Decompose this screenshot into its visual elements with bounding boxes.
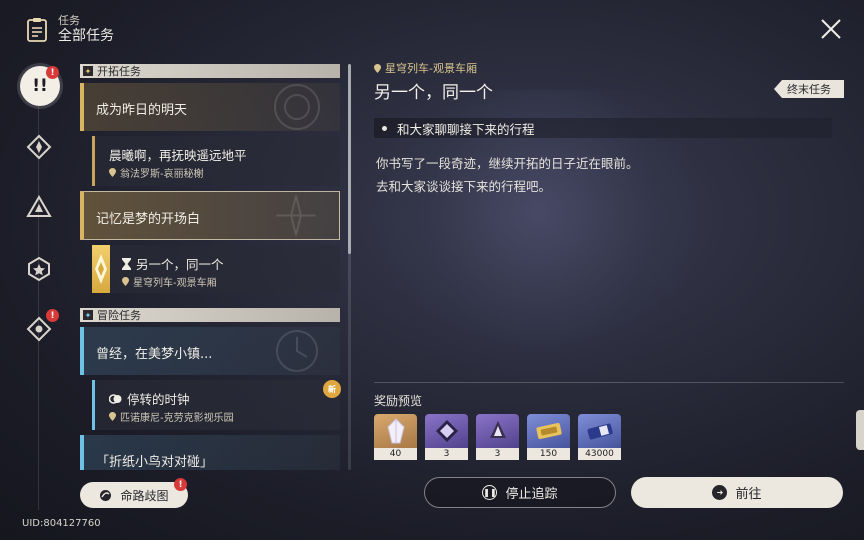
category-label: 开拓任务 bbox=[97, 65, 141, 78]
quest-log-icon bbox=[27, 17, 47, 42]
location-pin-icon bbox=[109, 168, 116, 177]
location-text: 匹诺康尼-克劳克影视乐园 bbox=[120, 413, 234, 424]
category-header-adventure: ✦ 冒险任务 bbox=[80, 308, 340, 322]
side-pull-tab[interactable] bbox=[856, 410, 864, 450]
category-label: 冒险任务 bbox=[97, 309, 141, 322]
sub-quest-item[interactable]: 停转的时钟 匹诺康尼-克劳克影视乐园 bbox=[92, 380, 340, 430]
trailblaze-icon bbox=[26, 134, 52, 160]
alert-badge: ! bbox=[174, 478, 187, 491]
location-text: 星穹列车-观景车厢 bbox=[133, 278, 217, 289]
reward-count: 3 bbox=[425, 448, 468, 460]
list-scroll-thumb[interactable] bbox=[348, 64, 351, 254]
sub-quest-item[interactable]: 晨曦啊，再抚映遥远地平 翁法罗斯-哀丽秘榭 bbox=[92, 136, 340, 186]
rail-trailblaze-button[interactable] bbox=[24, 132, 54, 162]
quest-title: 「折纸小鸟对对碰」 bbox=[96, 455, 214, 470]
pass-ticket-icon bbox=[578, 414, 621, 448]
header-subtitle: 任务 bbox=[58, 14, 80, 27]
credit-ticket-icon bbox=[527, 414, 570, 448]
decoration-emblem bbox=[276, 195, 316, 236]
reward-item[interactable]: 43000 bbox=[578, 414, 621, 460]
crystal-icon bbox=[374, 414, 417, 448]
go-button[interactable]: ➜ 前往 bbox=[631, 477, 843, 508]
rail-adventure-button[interactable] bbox=[24, 254, 54, 284]
close-icon[interactable] bbox=[820, 18, 842, 40]
rail-companion-button[interactable] bbox=[24, 192, 54, 222]
sub-quest-title-row: 停转的时钟 bbox=[109, 389, 190, 408]
detail-title: 另一个，同一个 bbox=[374, 83, 493, 103]
tracking-marker bbox=[92, 245, 110, 293]
reward-item[interactable]: 3 bbox=[425, 414, 468, 460]
adventure-category-icon: ✦ bbox=[83, 310, 93, 320]
stop-tracking-button[interactable]: ❚❚ 停止追踪 bbox=[424, 477, 616, 508]
quest-item-main[interactable]: 成为昨日的明天 bbox=[80, 83, 340, 131]
alert-badge: ! bbox=[46, 309, 59, 322]
quest-title: 曾经，在美梦小镇... bbox=[96, 347, 213, 362]
new-badge: 新 bbox=[323, 380, 341, 398]
location-pin-icon bbox=[374, 63, 381, 73]
quest-item-adventure[interactable]: 「折纸小鸟对对碰」 bbox=[80, 435, 340, 470]
light-cone-material-icon bbox=[476, 414, 519, 448]
location-text: 翁法罗斯-哀丽秘榭 bbox=[120, 169, 204, 180]
hourglass-icon bbox=[122, 257, 131, 270]
reward-item[interactable]: 150 bbox=[527, 414, 570, 460]
star-shield-icon bbox=[28, 256, 50, 282]
reward-item[interactable]: 40 bbox=[374, 414, 417, 460]
page-title: 全部任务 bbox=[58, 27, 114, 44]
branch-map-icon bbox=[100, 489, 112, 501]
quest-description: 你书写了一段奇迹，继续开拓的日子近在眼前。 去和大家谈谈接下来的行程吧。 bbox=[376, 152, 639, 198]
reward-count: 40 bbox=[374, 448, 417, 460]
category-header-trailblaze: ✦ 开拓任务 bbox=[80, 64, 340, 78]
quest-type-tag: 终末任务 bbox=[774, 80, 844, 98]
detail-location-text: 星穹列车-观景车厢 bbox=[385, 62, 477, 75]
companion-icon bbox=[26, 195, 52, 217]
tracking-diamond-icon bbox=[95, 254, 107, 284]
quest-item-main-selected[interactable]: 记忆是梦的开场白 bbox=[80, 191, 340, 240]
reward-count: 43000 bbox=[578, 448, 621, 460]
stop-tracking-label: 停止追踪 bbox=[505, 487, 558, 502]
location-pin-icon bbox=[122, 277, 129, 286]
page-header: 任务 全部任务 bbox=[26, 14, 114, 45]
pause-icon: ❚❚ bbox=[482, 485, 498, 500]
trailblaze-category-icon: ✦ bbox=[83, 66, 93, 76]
masks-icon bbox=[109, 393, 122, 404]
uid-label: UID:804127760 bbox=[22, 518, 101, 529]
branch-map-button[interactable]: 命路歧图 bbox=[80, 482, 188, 508]
divider bbox=[374, 382, 844, 383]
reward-list: 40 3 3 150 43000 bbox=[374, 414, 621, 460]
description-line: 去和大家谈谈接下来的行程吧。 bbox=[376, 179, 552, 194]
sub-quest-location: 匹诺康尼-克劳克影视乐园 bbox=[109, 409, 234, 424]
quest-title: 记忆是梦的开场白 bbox=[96, 212, 201, 227]
sub-quest-title: 晨曦啊，再抚映遥远地平 bbox=[109, 148, 247, 163]
alert-badge: ! bbox=[46, 66, 59, 79]
bullet-icon bbox=[382, 125, 387, 131]
quest-list[interactable]: ✦ 开拓任务 成为昨日的明天 晨曦啊，再抚映遥远地平 翁法罗斯-哀丽秘榭 记忆是… bbox=[80, 64, 342, 470]
sub-quest-title-row: 另一个，同一个 bbox=[122, 254, 224, 273]
sub-quest-location: 星穹列车-观景车厢 bbox=[122, 274, 217, 289]
sub-quest-item-tracking[interactable]: 另一个，同一个 星穹列车-观景车厢 bbox=[92, 245, 340, 293]
reward-preview-label: 奖励预览 bbox=[374, 394, 423, 408]
arrow-right-icon: ➜ bbox=[712, 485, 728, 500]
decoration-emblem bbox=[276, 330, 318, 372]
detail-location: 星穹列车-观景车厢 bbox=[374, 60, 477, 76]
reward-item[interactable]: 3 bbox=[476, 414, 519, 460]
quest-title: 成为昨日的明天 bbox=[96, 103, 188, 118]
decoration-emblem bbox=[274, 84, 320, 130]
quest-item-adventure[interactable]: 曾经，在美梦小镇... bbox=[80, 327, 340, 375]
objective-text: 和大家聊聊接下来的行程 bbox=[397, 121, 535, 137]
sub-quest-title: 另一个，同一个 bbox=[136, 257, 224, 272]
reward-count: 150 bbox=[527, 448, 570, 460]
location-pin-icon bbox=[109, 412, 116, 421]
go-label: 前往 bbox=[735, 487, 762, 502]
branch-map-label: 命路歧图 bbox=[120, 488, 169, 503]
sub-quest-title: 停转的时钟 bbox=[127, 392, 190, 407]
exclamation-icon: !! bbox=[32, 76, 48, 96]
reward-count: 3 bbox=[476, 448, 519, 460]
purple-material-icon bbox=[425, 414, 468, 448]
quest-objective: 和大家聊聊接下来的行程 bbox=[374, 118, 832, 138]
description-line: 你书写了一段奇迹，继续开拓的日子近在眼前。 bbox=[376, 156, 639, 171]
sub-quest-location: 翁法罗斯-哀丽秘榭 bbox=[109, 165, 204, 180]
